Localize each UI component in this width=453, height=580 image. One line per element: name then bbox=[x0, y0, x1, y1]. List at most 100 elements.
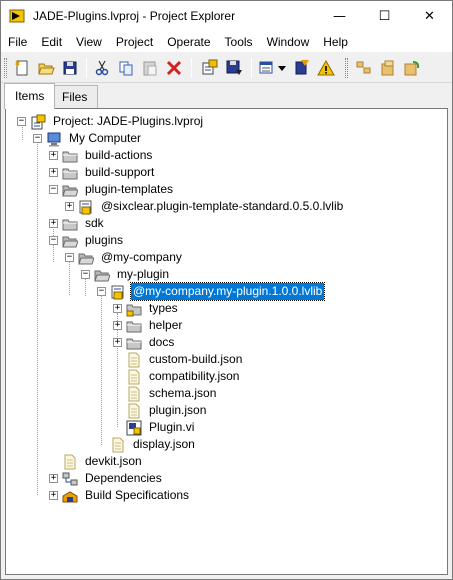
save-all-icon[interactable] bbox=[61, 59, 79, 77]
expand-toggle[interactable]: + bbox=[49, 491, 58, 500]
tree-item-build-support[interactable]: build-support bbox=[62, 164, 156, 181]
tab-strip: Items Files bbox=[1, 83, 452, 109]
tree-item-label: schema.json bbox=[149, 386, 217, 400]
collapse-toggle[interactable]: − bbox=[17, 117, 26, 126]
build-icon[interactable] bbox=[201, 59, 219, 77]
menu-file[interactable]: File bbox=[1, 32, 34, 52]
tree-item-display[interactable]: display.json bbox=[110, 436, 197, 453]
expand-toggle[interactable]: + bbox=[49, 168, 58, 177]
tree-connector bbox=[37, 144, 38, 495]
save-icon[interactable] bbox=[225, 59, 243, 77]
tree-item-template-lib[interactable]: @sixclear.plugin-template-standard.0.5.0… bbox=[78, 198, 345, 215]
folder-open-icon bbox=[62, 236, 78, 247]
tree-item-dependencies[interactable]: Dependencies bbox=[62, 470, 164, 487]
tree-item-plugin-templates[interactable]: plugin-templates bbox=[62, 181, 175, 198]
file-icon bbox=[64, 454, 76, 469]
tree-item-plugins[interactable]: plugins bbox=[62, 232, 125, 249]
toolbar-separator bbox=[86, 58, 87, 78]
collapse-toggle[interactable]: − bbox=[49, 236, 58, 245]
collapse-toggle[interactable]: − bbox=[49, 185, 58, 194]
collapse-toggle[interactable]: − bbox=[65, 253, 74, 262]
sort-icon[interactable] bbox=[355, 59, 373, 77]
library-icon bbox=[111, 285, 124, 299]
tree-item-label: plugins bbox=[85, 233, 124, 247]
menu-operate[interactable]: Operate bbox=[160, 32, 217, 52]
tree-item-helper[interactable]: helper bbox=[126, 317, 184, 334]
menu-tools[interactable]: Tools bbox=[218, 32, 260, 52]
warning-icon[interactable] bbox=[317, 59, 335, 77]
tab-files[interactable]: Files bbox=[51, 85, 99, 109]
tree-item-sdk[interactable]: sdk bbox=[62, 215, 106, 232]
tree-item-my-plugin[interactable]: my-plugin bbox=[94, 266, 171, 283]
cut-icon[interactable] bbox=[93, 59, 111, 77]
collapse-toggle[interactable]: − bbox=[81, 270, 90, 279]
tree-item-label: my-plugin bbox=[117, 267, 170, 281]
tree-item-compatibility[interactable]: compatibility.json bbox=[126, 368, 241, 385]
tree-item-label: plugin.json bbox=[149, 403, 207, 417]
maximize-button[interactable]: ☐ bbox=[362, 1, 407, 32]
tree-item-project[interactable]: Project: JADE-Plugins.lvproj bbox=[30, 113, 205, 130]
tree-item-plugin-lib[interactable]: @my-company.my-plugin.1.0.0.lvlib bbox=[110, 282, 326, 301]
view-dropdown-icon[interactable] bbox=[259, 59, 277, 77]
collapse-toggle[interactable]: − bbox=[97, 287, 106, 296]
menu-view[interactable]: View bbox=[69, 32, 109, 52]
tree-item-my-company[interactable]: @my-company bbox=[78, 249, 184, 266]
project-tree: − Project: JADE-Plugins.lvproj − My Comp… bbox=[6, 109, 447, 574]
tree-item-devkit[interactable]: devkit.json bbox=[62, 453, 144, 470]
expand-toggle[interactable]: + bbox=[49, 219, 58, 228]
folder-icon bbox=[62, 151, 78, 162]
project-icon bbox=[31, 114, 46, 129]
tree-item-types[interactable]: types bbox=[126, 300, 180, 317]
menu-project[interactable]: Project bbox=[109, 32, 160, 52]
tree-item-label: docs bbox=[149, 335, 175, 349]
title-bar[interactable]: JADE-Plugins.lvproj - Project Explorer —… bbox=[1, 1, 452, 32]
virtual-folder-icon bbox=[126, 304, 142, 316]
expand-toggle[interactable]: + bbox=[49, 151, 58, 160]
delete-icon[interactable] bbox=[165, 59, 183, 77]
expand-toggle[interactable]: + bbox=[113, 338, 122, 347]
folder-icon bbox=[126, 338, 142, 349]
minimize-button[interactable]: — bbox=[317, 1, 362, 32]
tree-item-label: My Computer bbox=[69, 131, 142, 145]
open-icon[interactable] bbox=[37, 59, 55, 77]
add-files-icon[interactable] bbox=[379, 59, 397, 77]
computer-icon bbox=[47, 132, 61, 146]
expand-toggle[interactable]: + bbox=[65, 202, 74, 211]
expand-toggle[interactable]: + bbox=[113, 304, 122, 313]
tree-item-build-actions[interactable]: build-actions bbox=[62, 147, 154, 164]
close-button[interactable]: ✕ bbox=[407, 1, 452, 32]
tree-item-plugin-vi[interactable]: Plugin.vi bbox=[126, 419, 196, 436]
menu-edit[interactable]: Edit bbox=[34, 32, 69, 52]
folder-open-icon bbox=[94, 270, 110, 281]
tree-item-docs[interactable]: docs bbox=[126, 334, 176, 351]
tree-item-label: display.json bbox=[133, 437, 195, 451]
tree-item-plugin-json[interactable]: plugin.json bbox=[126, 402, 208, 419]
folder-open-icon bbox=[62, 185, 78, 196]
chevron-down-icon[interactable] bbox=[277, 59, 287, 77]
dependencies-icon bbox=[62, 472, 78, 485]
toolbar-grip[interactable] bbox=[345, 58, 348, 78]
tree-connector bbox=[22, 127, 23, 140]
tree-item-schema[interactable]: schema.json bbox=[126, 385, 218, 402]
tree-item-build-specs[interactable]: Build Specifications bbox=[62, 487, 191, 504]
tree-item-label: custom-build.json bbox=[149, 352, 243, 366]
tree-connector bbox=[85, 279, 86, 296]
filter-icon[interactable] bbox=[293, 59, 311, 77]
toolbar-separator bbox=[191, 58, 192, 78]
toolbar-grip[interactable] bbox=[4, 58, 7, 78]
menu-window[interactable]: Window bbox=[260, 32, 317, 52]
tree-item-label: @my-company bbox=[101, 250, 182, 264]
new-icon[interactable] bbox=[13, 59, 31, 77]
tree-item-custom-build[interactable]: custom-build.json bbox=[126, 351, 244, 368]
tab-items[interactable]: Items bbox=[4, 83, 56, 109]
refresh-icon[interactable] bbox=[403, 59, 421, 77]
paste-icon[interactable] bbox=[141, 59, 159, 77]
expand-toggle[interactable]: + bbox=[113, 321, 122, 330]
vi-icon bbox=[126, 420, 142, 435]
tree-item-my-computer[interactable]: My Computer bbox=[46, 130, 143, 147]
expand-toggle[interactable]: + bbox=[49, 474, 58, 483]
collapse-toggle[interactable]: − bbox=[33, 134, 42, 143]
project-tree-panel[interactable]: − Project: JADE-Plugins.lvproj − My Comp… bbox=[5, 108, 448, 575]
menu-help[interactable]: Help bbox=[316, 32, 355, 52]
copy-icon[interactable] bbox=[117, 59, 135, 77]
